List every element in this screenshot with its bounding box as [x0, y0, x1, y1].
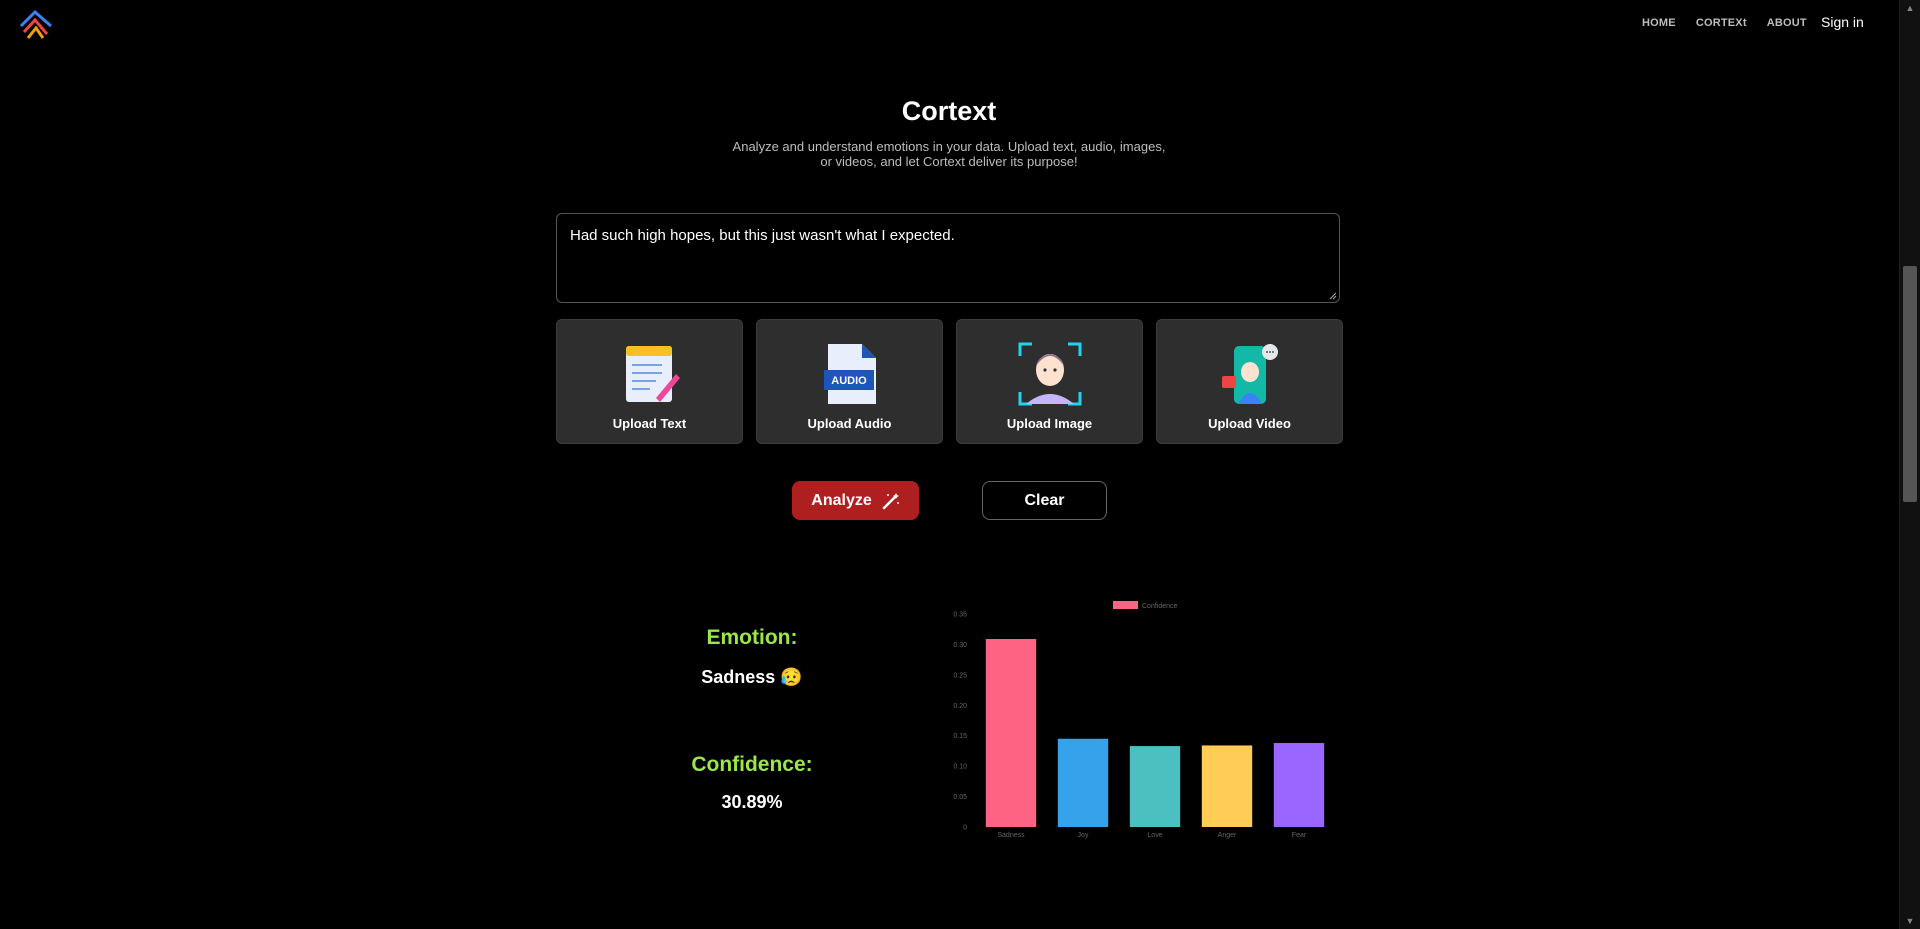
text-input-value: Had such high hopes, but this just wasn'…: [570, 227, 955, 244]
video-call-icon: [1221, 344, 1278, 404]
upload-audio-button[interactable]: AUDIO Upload Audio: [756, 319, 943, 444]
text-input[interactable]: Had such high hopes, but this just wasn'…: [556, 213, 1340, 303]
x-tick-label: Joy: [1078, 832, 1089, 839]
bar-sadness: [985, 639, 1037, 827]
y-tick-label: 0: [963, 825, 967, 832]
upload-video-button[interactable]: Upload Video: [1156, 319, 1343, 444]
y-tick-label: 0.25: [953, 672, 967, 679]
y-tick-label: 0.10: [953, 764, 967, 771]
emotion-label: Emotion:: [706, 626, 798, 649]
bar-joy: [1057, 738, 1109, 827]
upload-image-label: Upload Image: [1006, 416, 1093, 431]
resize-handle-icon[interactable]: [1329, 292, 1337, 300]
y-tick-label: 0.35: [953, 612, 967, 619]
confidence-label: Confidence:: [691, 753, 813, 776]
emotion-bar-chart: Confidence 0 0.05 0.10 0.15 0.20 0.25 0.30 0.35 S…: [953, 601, 1325, 839]
x-tick-label: Fear: [1292, 832, 1307, 839]
clear-button[interactable]: Clear: [982, 481, 1107, 520]
nav-home[interactable]: HOME: [1642, 17, 1676, 29]
scroll-up-icon[interactable]: ▲: [1900, 0, 1920, 16]
notepad-icon: [625, 346, 680, 402]
bar-anger: [1201, 745, 1253, 827]
upload-image-button[interactable]: Upload Image: [956, 319, 1143, 444]
x-tick-label: Sadness: [997, 832, 1025, 839]
upload-audio-label: Upload Audio: [807, 416, 892, 431]
audio-file-icon: AUDIO: [823, 344, 876, 404]
bar-love: [1129, 746, 1181, 827]
upload-options: Upload Text AUDIO Upload Audio Upload Im…: [556, 319, 1343, 444]
page-subtitle: Analyze and understand emotions in your …: [732, 139, 1166, 169]
upload-video-label: Upload Video: [1208, 416, 1291, 431]
legend-label: Confidence: [1142, 603, 1178, 610]
x-tick-label: Love: [1147, 832, 1162, 839]
emotion-value: Sadness 😥: [701, 667, 803, 687]
y-tick-label: 0.15: [953, 733, 967, 740]
scroll-down-icon[interactable]: ▼: [1900, 913, 1920, 929]
analyze-label: Analyze: [811, 491, 872, 509]
y-tick-label: 0.05: [953, 794, 967, 801]
app-logo[interactable]: [18, 8, 56, 42]
nav-about[interactable]: ABOUT: [1767, 17, 1807, 29]
scrollbar-thumb[interactable]: [1903, 266, 1917, 502]
upload-text-button[interactable]: Upload Text: [556, 319, 743, 444]
bar-fear: [1273, 743, 1325, 827]
x-tick-label: Anger: [1218, 832, 1237, 839]
confidence-value: 30.89%: [721, 792, 783, 812]
y-tick-label: 0.30: [953, 642, 967, 649]
audio-badge-text: AUDIO: [831, 375, 867, 387]
scrollbar[interactable]: ▲ ▼: [1899, 0, 1920, 929]
y-tick-label: 0.20: [953, 703, 967, 710]
face-scan-icon: [1018, 342, 1081, 406]
page-title: Cortext: [901, 96, 997, 126]
nav-cortext[interactable]: CORTEXt: [1696, 17, 1747, 29]
legend-swatch: [1113, 601, 1138, 609]
upload-text-label: Upload Text: [612, 416, 687, 431]
sign-in-link[interactable]: Sign in: [1821, 14, 1864, 30]
magic-wand-icon: [882, 492, 899, 509]
top-nav: HOME CORTEXt ABOUT: [1642, 17, 1827, 29]
analyze-button[interactable]: Analyze: [792, 481, 919, 520]
